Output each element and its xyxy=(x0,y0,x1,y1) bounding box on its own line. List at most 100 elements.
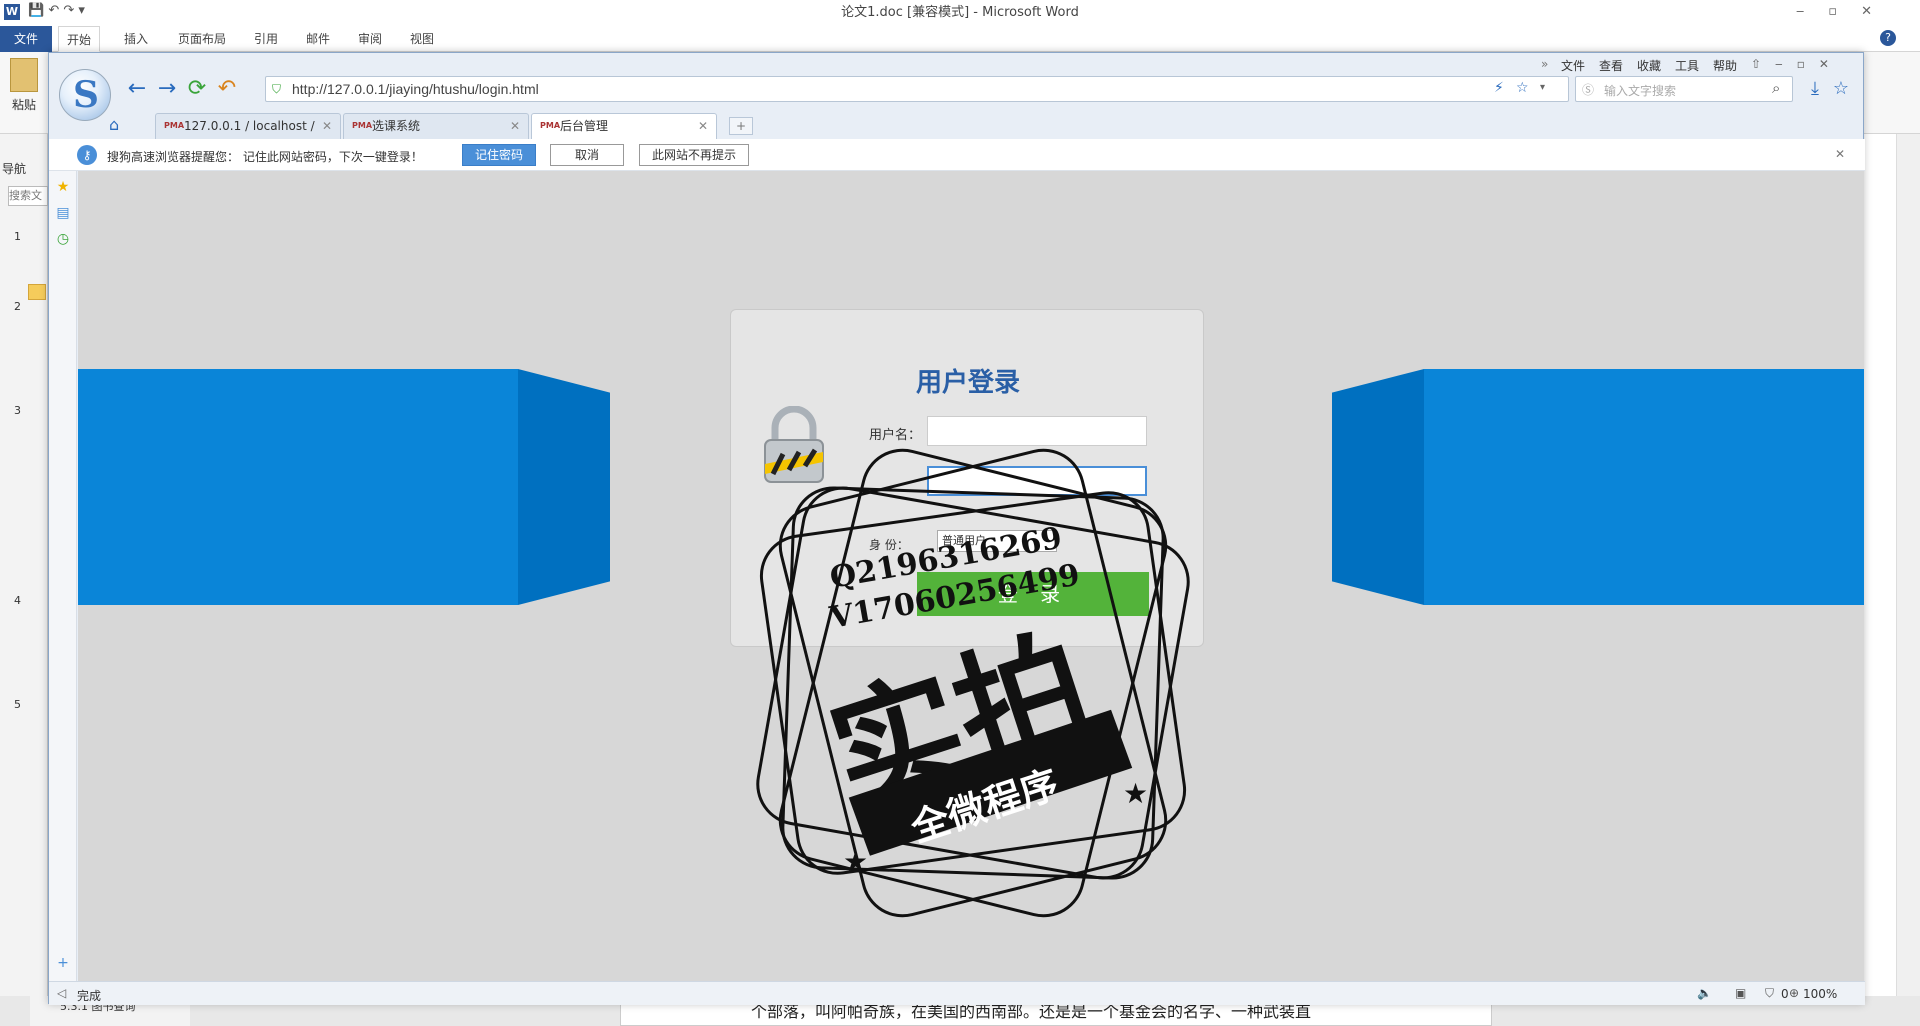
word-window-controls[interactable]: ‒▫✕ xyxy=(1796,4,1896,19)
nav-item[interactable]: 5 xyxy=(14,698,21,711)
zoom-icon[interactable]: ⊕ xyxy=(1789,986,1799,1000)
paste-icon[interactable] xyxy=(10,58,38,92)
menu-favorites[interactable]: 收藏 xyxy=(1637,57,1661,74)
refresh-icon[interactable]: ⟳ xyxy=(185,77,209,101)
nav-pane-title: 导航 xyxy=(2,162,27,176)
stamp-banner: 全微程序 xyxy=(905,762,1064,851)
browser-menu-bar: » 文件 查看 收藏 工具 帮助 ⇧‒▫✕ xyxy=(49,53,1865,77)
speed-mode-icon[interactable]: ⚡ xyxy=(1494,80,1504,96)
volume-icon[interactable]: 🔈 xyxy=(1697,986,1712,1000)
password-save-message: 搜狗高速浏览器提醒您： 记住此网站密码，下次一键登录！ xyxy=(107,150,423,164)
close-notify-icon[interactable]: ✕ xyxy=(1835,147,1845,161)
word-tab-home[interactable]: 开始 xyxy=(58,26,101,52)
page-content: 用户登录 用户名： 身 份： 普通用户 登 录 Q2196316269 V170… xyxy=(78,171,1864,981)
tab-label: 后台管理 xyxy=(560,119,609,133)
address-bar[interactable]: ⛉ http://127.0.0.1/jiaying/htushu/login.… xyxy=(265,76,1569,102)
tab-close-icon[interactable]: ✕ xyxy=(322,114,332,138)
banner-left xyxy=(78,369,518,605)
back-icon[interactable]: ← xyxy=(125,77,149,101)
url-text[interactable]: http://127.0.0.1/jiaying/htushu/login.ht… xyxy=(292,81,539,97)
menu-more-icon[interactable]: » xyxy=(1541,57,1548,71)
login-panel: 用户登录 用户名： 身 份： 普通用户 登 录 xyxy=(730,309,1204,647)
tab-close-icon[interactable]: ✕ xyxy=(510,114,520,138)
never-remind-button[interactable]: 此网站不再提示 xyxy=(639,144,749,166)
blocked-count: 0 xyxy=(1781,987,1789,1001)
tab-favicon-icon: PMA xyxy=(352,121,373,130)
remember-password-button[interactable]: 记住密码 xyxy=(462,144,536,166)
banner-right xyxy=(1424,369,1864,605)
help-icon[interactable]: ? xyxy=(1880,30,1896,46)
password-input[interactable] xyxy=(927,466,1147,496)
tab-favicon-icon: PMA xyxy=(164,121,185,130)
home-icon[interactable]: ⌂ xyxy=(109,115,119,134)
reading-list-icon[interactable]: ▤ xyxy=(55,205,71,221)
tab-favicon-icon: PMA xyxy=(540,121,561,130)
tab-label: 127.0.0.1 / localhost / xyxy=(184,119,315,133)
browser-window-controls[interactable]: ⇧‒▫✕ xyxy=(1751,57,1843,71)
download-icon[interactable]: ⤓ xyxy=(1803,77,1827,101)
word-tab-layout[interactable]: 页面布局 xyxy=(170,26,234,52)
zoom-level[interactable]: 100% xyxy=(1803,987,1837,1001)
word-tab-references[interactable]: 引用 xyxy=(246,26,286,52)
nav-item[interactable]: 3 xyxy=(14,404,21,417)
word-tab-insert[interactable]: 插入 xyxy=(116,26,156,52)
menu-tools[interactable]: 工具 xyxy=(1675,57,1699,74)
word-tab-view[interactable]: 视图 xyxy=(402,26,442,52)
add-sidebar-icon[interactable]: + xyxy=(55,955,71,971)
tab-localhost[interactable]: PMA 127.0.0.1 / localhost / ✕ xyxy=(155,113,341,139)
bookmark-star-icon[interactable]: ☆ xyxy=(1516,80,1529,96)
tab-admin[interactable]: PMA 后台管理 ✕ xyxy=(531,113,717,139)
new-tab-icon[interactable]: + xyxy=(729,117,753,135)
sidebar-toggle-icon[interactable]: ◁ xyxy=(57,986,66,1000)
cancel-button[interactable]: 取消 xyxy=(550,144,624,166)
menu-file[interactable]: 文件 xyxy=(1561,57,1585,74)
word-vertical-scrollbar[interactable] xyxy=(1896,134,1920,1026)
stamp-star-icon: ★ xyxy=(1123,777,1148,810)
password-save-bar: ⚷ 搜狗高速浏览器提醒您： 记住此网站密码，下次一键登录！ 记住密码 取消 此网… xyxy=(49,139,1865,171)
undo-close-icon[interactable]: ↶ xyxy=(215,77,239,101)
nav-selected-marker xyxy=(28,284,46,300)
key-icon: ⚷ xyxy=(77,145,97,165)
login-button[interactable]: 登 录 xyxy=(917,572,1149,616)
tab-close-icon[interactable]: ✕ xyxy=(698,114,708,138)
toolbox-icon[interactable]: ▣ xyxy=(1735,986,1746,1000)
search-input[interactable]: 输入文字搜索 xyxy=(1604,82,1676,99)
banner-left-fold xyxy=(518,369,610,605)
word-tab-mailings[interactable]: 邮件 xyxy=(298,26,338,52)
history-icon[interactable]: ◷ xyxy=(55,231,71,247)
shield-icon[interactable]: ⛉ xyxy=(1765,986,1774,1001)
browser-sidebar: ★ ▤ ◷ + xyxy=(49,171,77,981)
url-dropdown-icon[interactable]: ▾ xyxy=(1540,82,1545,93)
status-text: 完成 xyxy=(77,989,102,1003)
secure-shield-icon: ⛉ xyxy=(272,82,282,96)
nav-item[interactable]: 1 xyxy=(14,230,21,243)
sogou-browser-window: » 文件 查看 收藏 工具 帮助 ⇧‒▫✕ S ← → ⟳ ↶ ⛉ http:/… xyxy=(48,52,1865,1005)
tab-label: 选课系统 xyxy=(372,119,421,133)
username-input[interactable] xyxy=(927,416,1147,446)
favorites-star-icon[interactable]: ☆ xyxy=(1829,77,1853,101)
word-tab-review[interactable]: 审阅 xyxy=(350,26,390,52)
search-icon[interactable]: ⌕ xyxy=(1772,79,1780,97)
search-engine-icon[interactable]: Ⓢ xyxy=(1582,81,1594,98)
browser-status-bar: ◁ 完成 🔈 ▣ ⛉ 0 ⊕ 100% xyxy=(49,981,1865,1005)
word-window-title: 论文1.doc [兼容模式] - Microsoft Word xyxy=(841,5,1079,20)
role-label: 身 份： xyxy=(869,538,909,552)
forward-icon[interactable]: → xyxy=(155,77,179,101)
search-box[interactable]: Ⓢ 输入文字搜索 ⌕ xyxy=(1575,76,1793,102)
nav-item[interactable]: 4 xyxy=(14,594,21,607)
stamp-star-icon: ★ xyxy=(843,845,868,878)
menu-help[interactable]: 帮助 xyxy=(1713,57,1737,74)
nav-search-input[interactable]: 搜索文 xyxy=(8,186,48,206)
word-tab-file[interactable]: 文件 xyxy=(0,26,52,52)
banner-right-fold xyxy=(1332,369,1424,605)
word-navigation-pane: 导航 搜索文 1 2 3 4 5 xyxy=(0,134,48,1026)
username-label: 用户名： xyxy=(869,428,922,443)
word-ribbon-tabs: 文件 开始 插入 页面布局 引用 邮件 审阅 视图 ? xyxy=(0,26,1920,52)
menu-view[interactable]: 查看 xyxy=(1599,57,1623,74)
nav-item[interactable]: 2 xyxy=(14,300,21,313)
tab-course-system[interactable]: PMA 选课系统 ✕ xyxy=(343,113,529,139)
browser-tab-strip: ⌂ PMA 127.0.0.1 / localhost / ✕ PMA 选课系统… xyxy=(49,111,1865,139)
padlock-icon xyxy=(764,406,824,483)
favorites-icon[interactable]: ★ xyxy=(55,179,71,195)
role-select[interactable]: 普通用户 xyxy=(937,530,1057,552)
